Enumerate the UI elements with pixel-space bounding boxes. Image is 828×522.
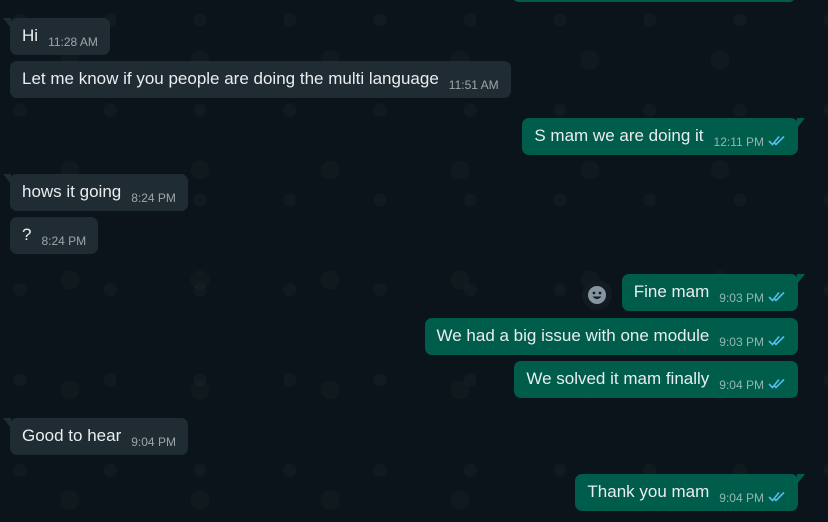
message-bubble-incoming[interactable]: Hi 11:28 AM bbox=[3, 18, 110, 55]
double-check-icon bbox=[768, 286, 786, 308]
message-time: 9:04 PM bbox=[719, 491, 764, 505]
message-bubble-outgoing[interactable]: We had a big issue with one module 9:03 P… bbox=[424, 318, 798, 355]
double-check-icon bbox=[768, 330, 786, 352]
message-bubble-outgoing[interactable]: S mam we are doing it 12:11 PM bbox=[522, 118, 805, 155]
message-bubble-incoming[interactable]: Let me know if you people are doing the … bbox=[10, 61, 511, 98]
message-text: Let me know if you people are doing the … bbox=[22, 69, 439, 88]
message-bubble-outgoing[interactable]: Thank you mam 9:04 PM bbox=[575, 474, 805, 511]
previous-message-edge bbox=[512, 0, 796, 2]
message-time: 8:24 PM bbox=[131, 191, 176, 205]
message-time: 12:11 PM bbox=[713, 135, 764, 149]
message-time: 8:24 PM bbox=[41, 234, 87, 248]
message-text: Good to hear bbox=[22, 426, 122, 445]
message-bubble-incoming[interactable]: ? 8:24 PM bbox=[10, 217, 99, 254]
message-time: 11:28 AM bbox=[48, 35, 98, 49]
message-time: 9:04 PM bbox=[719, 378, 764, 392]
message-time: 9:03 PM bbox=[719, 335, 764, 349]
message-bubble-outgoing[interactable]: We solved it mam finally 9:04 PM bbox=[514, 361, 798, 398]
message-time: 9:04 PM bbox=[131, 435, 176, 449]
double-check-icon bbox=[768, 486, 786, 508]
message-text: S mam we are doing it bbox=[534, 126, 704, 145]
emoji-reaction-icon[interactable] bbox=[582, 280, 612, 310]
message-text: ? bbox=[22, 225, 32, 244]
message-bubble-incoming[interactable]: Good to hear 9:04 PM bbox=[3, 418, 188, 455]
double-check-icon bbox=[768, 130, 786, 152]
message-bubble-outgoing[interactable]: Fine mam 9:03 PM bbox=[621, 274, 806, 311]
double-check-icon bbox=[768, 373, 786, 395]
message-text: Thank you mam bbox=[587, 482, 710, 501]
message-time: 9:03 PM bbox=[719, 291, 764, 305]
message-text: We had a big issue with one module bbox=[436, 326, 710, 345]
message-text: Fine mam bbox=[633, 282, 710, 301]
message-text: We solved it mam finally bbox=[526, 369, 710, 388]
message-time: 11:51 AM bbox=[448, 78, 499, 92]
message-text: hows it going bbox=[22, 182, 122, 201]
message-text: Hi bbox=[22, 26, 39, 45]
message-bubble-incoming[interactable]: hows it going 8:24 PM bbox=[3, 174, 188, 211]
